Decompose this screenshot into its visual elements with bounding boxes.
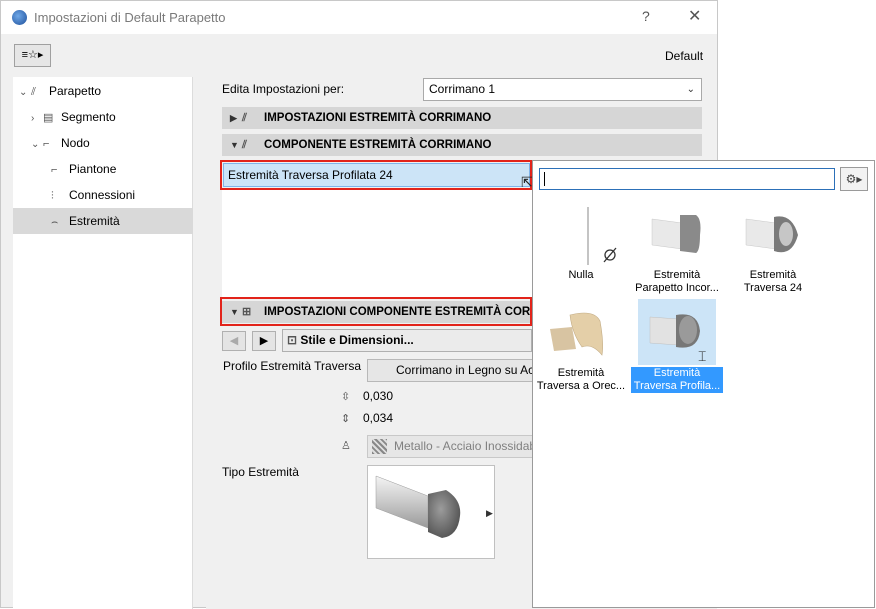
tree-item-estremita[interactable]: ⌢ Estremità — [13, 208, 193, 234]
node-icon: ⌐ — [43, 138, 50, 150]
thumbnail: ⌶ — [638, 299, 716, 365]
text-caret — [544, 172, 545, 186]
picker-item-label: Estremità Traversa Profila... — [631, 367, 723, 393]
search-input[interactable] — [539, 168, 835, 190]
tree-item-label: Piantone — [69, 162, 117, 176]
close-button[interactable]: ✕ — [688, 6, 701, 26]
thumbnail — [542, 205, 620, 267]
picker-item-label: Estremità Traversa 24 — [743, 269, 803, 294]
tree-item-parapetto[interactable]: ⌄ ⫽ Parapetto — [19, 78, 189, 104]
mouse-cursor-icon: ⇱ — [521, 174, 533, 190]
width-icon: ⇳ — [341, 391, 351, 403]
picker-item-label: Estremità Parapetto Incor... — [635, 269, 719, 294]
post-icon: ⌐ — [51, 164, 58, 176]
tipo-expand-arrow-icon[interactable]: ▶ — [486, 508, 493, 519]
favorites-button[interactable]: ≡☆▸ — [14, 44, 51, 67]
material-swatch — [372, 439, 387, 454]
panel-dropdown-label: Stile e Dimensioni... — [300, 333, 414, 347]
chevron-down-icon[interactable]: ⌄ — [31, 132, 43, 158]
tree-item-label: Nodo — [61, 136, 90, 150]
material-button[interactable]: Metallo - Acciaio Inossidabile — [367, 435, 533, 458]
highlight-frame — [220, 297, 532, 326]
default-label: Default — [665, 49, 704, 63]
material-value: Metallo - Acciaio Inossidabile — [394, 439, 533, 453]
section-componente-estremita[interactable]: ▼ ⫽ COMPONENTE ESTREMITÀ CORRIMANO — [222, 134, 702, 156]
window-title: Impostazioni di Default Parapetto — [34, 10, 226, 25]
thumbnail — [542, 303, 620, 365]
profile-button[interactable]: Corrimano in Legno su Acciaio — [367, 359, 533, 382]
picker-item-traversa-orecchio[interactable]: Estremità Traversa a Orec... — [535, 303, 627, 393]
tree-item-label: Parapetto — [49, 84, 102, 98]
chevron-down-icon[interactable]: ⌄ — [19, 80, 31, 106]
chevron-right-icon[interactable]: › — [31, 106, 43, 132]
picker-item-traversa-24[interactable]: Estremità Traversa 24 — [727, 205, 819, 295]
section-title: COMPONENTE ESTREMITÀ CORRIMANO — [264, 139, 492, 151]
tree-item-label: Connessioni — [69, 188, 136, 202]
tree-item-nodo[interactable]: ⌄ ⌐ Nodo — [31, 130, 189, 156]
tree-item-label: Estremità — [69, 214, 120, 228]
prev-panel-button[interactable]: ◀ — [222, 331, 246, 351]
collapse-arrow-icon: ▼ — [230, 140, 239, 150]
none-symbol-icon — [587, 207, 617, 265]
edit-settings-value: Corrimano 1 — [429, 82, 496, 96]
section-title: IMPOSTAZIONI ESTREMITÀ CORRIMANO — [264, 112, 492, 124]
rail-end-thumbnail — [651, 215, 701, 253]
dimensions-icon: ⊡ — [287, 333, 301, 347]
expand-arrow-icon: ▶ — [230, 113, 237, 123]
edit-settings-label: Edita Impostazioni per: — [222, 82, 345, 96]
picker-item-label: Nulla — [568, 269, 594, 281]
picker-item-parapetto-incorniciato[interactable]: Estremità Parapetto Incor... — [631, 205, 723, 295]
rail-end-thumbnail — [745, 216, 798, 253]
picker-item-traversa-profilata[interactable]: ⌶ Estremità Traversa Profila... — [631, 299, 723, 393]
tree-item-segmento[interactable]: › ▤ Segmento — [31, 104, 189, 130]
thumbnail — [638, 205, 716, 267]
dimension-row-width: ⇳ 0,030 — [341, 389, 393, 403]
rail-end-thumbnail — [550, 312, 603, 356]
svg-text:⌶: ⌶ — [698, 349, 706, 365]
edit-settings-select[interactable]: Corrimano 1 ⌄ — [423, 78, 702, 101]
connections-icon: ⫶ — [51, 190, 54, 202]
section-impostazioni-estremita[interactable]: ▶ ⫽ IMPOSTAZIONI ESTREMITÀ CORRIMANO — [222, 107, 702, 129]
tree-item-label: Segmento — [61, 110, 116, 124]
chevron-down-icon: ⌄ — [686, 84, 695, 95]
tree-item-connessioni[interactable]: ⫶ Connessioni — [51, 182, 189, 208]
rail-end-preview-image — [375, 475, 461, 538]
material-paint-icon: ♙ — [341, 440, 351, 452]
dimension-row-height: ⇕ 0,034 — [341, 411, 393, 425]
help-button[interactable]: ? — [642, 8, 650, 24]
picker-item-label: Estremità Traversa a Orec... — [536, 367, 626, 392]
dimension-value[interactable]: 0,034 — [363, 411, 393, 425]
profile-label: Profilo Estremità Traversa — [223, 359, 362, 373]
archicad-app-icon — [12, 10, 27, 25]
picker-item-nulla[interactable]: Nulla — [535, 205, 627, 282]
railing-icon: ⫽ — [242, 139, 247, 151]
title-bar: Impostazioni di Default Parapetto ? ✕ — [1, 1, 717, 34]
tree-item-piantone[interactable]: ⌐ Piantone — [51, 156, 189, 182]
railing-icon: ⫽ — [31, 86, 36, 98]
end-icon: ⌢ — [51, 216, 59, 228]
panel-dropdown[interactable]: ⊡ Stile e Dimensioni... — [282, 329, 532, 352]
highlight-frame — [220, 160, 532, 190]
tipo-estremita-preview[interactable] — [367, 465, 495, 559]
picker-settings-button[interactable]: ⚙▸ — [840, 167, 868, 191]
height-icon: ⇕ — [341, 413, 351, 425]
tipo-estremita-label: Tipo Estremità — [222, 465, 299, 479]
rail-end-thumbnail: ⌶ — [649, 314, 706, 365]
component-picker-popup: ⚙▸ Nulla Estremità Parapetto Incor... Es… — [532, 160, 875, 608]
settings-tree: ⌄ ⫽ Parapetto › ▤ Segmento ⌄ ⌐ Nodo ⌐ Piantone … — [13, 77, 193, 609]
thumbnail — [734, 205, 812, 267]
railing-icon: ⫽ — [242, 112, 247, 124]
dimension-value[interactable]: 0,030 — [363, 389, 393, 403]
next-panel-button[interactable]: ▶ — [252, 331, 276, 351]
segment-icon: ▤ — [43, 112, 54, 124]
